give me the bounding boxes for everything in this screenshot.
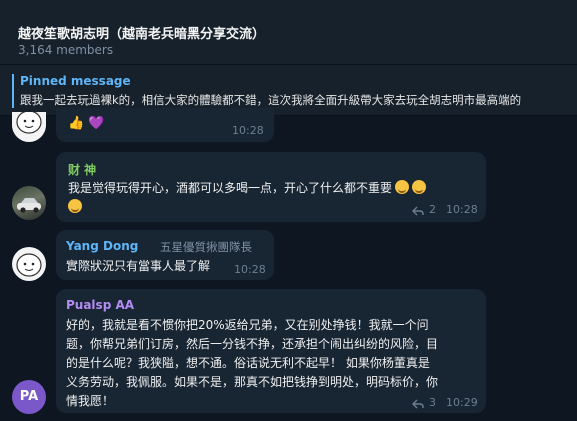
chat-title[interactable]: 越夜笙歌胡志明（越南老兵暗黑分享交流） <box>18 23 265 42</box>
sender-name[interactable]: Yang Dong <box>66 239 138 253</box>
avatar[interactable]: PA <box>12 380 46 414</box>
purple-heart-icon[interactable]: 💜 <box>88 116 104 132</box>
reply-count: 2 <box>429 203 436 216</box>
sender-name[interactable]: 财 神 <box>68 161 96 178</box>
pinned-label: Pinned message <box>20 74 131 88</box>
pinned-accent-bar <box>12 74 14 108</box>
member-count: 3,164 members <box>18 43 114 57</box>
thumbs-up-icon[interactable]: 👍 <box>68 116 84 132</box>
laughing-emoji-icon <box>412 180 427 194</box>
pinned-text: 跟我一起去玩過裸k的，相信大家的體驗都不錯，這次我將全面升級帶大家去玩全胡志明市… <box>20 93 522 107</box>
reply-arrow-icon[interactable] <box>412 202 424 216</box>
message-bubble[interactable]: Pualsp AA 好的，我就是看不惯你把20%返给兄弟，又在别处挣钱！我就一个… <box>56 289 486 413</box>
sender-role-badge: 五星優質揪團隊長 <box>160 240 252 254</box>
message-bubble[interactable]: 👍 💜 10:28 <box>56 108 274 142</box>
avatar[interactable] <box>12 112 46 142</box>
message-time: 10:28 <box>232 124 264 137</box>
reply-count: 3 <box>429 396 436 409</box>
message-bubble[interactable]: Yang Dong 五星優質揪團隊長 實際狀況只有當事人最了解 10:28 <box>56 230 274 280</box>
message-text: 實際狀況只有當事人最了解 <box>66 259 211 273</box>
avatar[interactable] <box>12 247 46 281</box>
laughing-emoji-icon <box>395 180 410 194</box>
chat-header[interactable]: 越夜笙歌胡志明（越南老兵暗黑分享交流） 3,164 members <box>0 0 577 65</box>
message-text-content: 我是觉得玩得开心，酒都可以多喝一点，开心了什么都不重要 <box>68 181 393 195</box>
message-line: 的是什么呢？我狭隘，想不通。俗话说无利不起早！ 如果你杨董真是 <box>66 356 430 370</box>
reply-arrow-icon[interactable] <box>412 395 424 409</box>
message-line: 题，你帮兄弟们订房，然后一分钱不挣，还承担个闹出纠纷的风险，目 <box>66 337 439 351</box>
message-time: 10:29 <box>446 396 478 409</box>
message-line: 义务劳动，我佩服。如果不是，那真不如把钱挣到明处，明码标价，你 <box>66 375 439 389</box>
message-time: 10:28 <box>446 203 478 216</box>
message-time: 10:28 <box>234 263 266 276</box>
message-bubble[interactable]: 财 神 我是觉得玩得开心，酒都可以多喝一点，开心了什么都不重要 2 10:28 <box>56 152 486 222</box>
message-line: 好的，我就是看不惯你把20%返给兄弟，又在别处挣钱！我就一个问 <box>66 318 429 332</box>
sender-name[interactable]: Pualsp AA <box>66 298 134 312</box>
avatar[interactable] <box>12 186 46 220</box>
laughing-emoji-icon <box>68 199 82 213</box>
